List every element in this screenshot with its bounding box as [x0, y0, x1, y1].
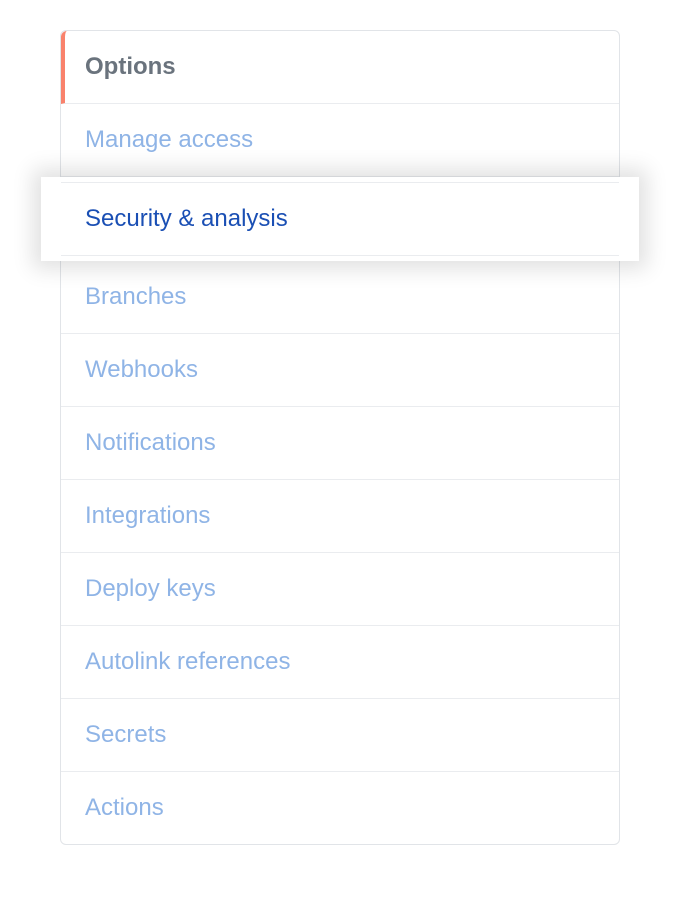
sidebar-item-actions[interactable]: Actions [61, 772, 619, 844]
sidebar-item-label: Notifications [85, 429, 216, 456]
sidebar-item-label: Branches [85, 283, 186, 310]
sidebar-item-label: Autolink references [85, 648, 290, 675]
sidebar-item-manage-access[interactable]: Manage access [61, 104, 619, 177]
sidebar-item-secrets[interactable]: Secrets [61, 699, 619, 772]
sidebar-item-security-analysis[interactable]: Security & analysis [61, 182, 619, 256]
sidebar-item-integrations[interactable]: Integrations [61, 480, 619, 553]
sidebar-item-autolink-references[interactable]: Autolink references [61, 626, 619, 699]
sidebar-item-notifications[interactable]: Notifications [61, 407, 619, 480]
sidebar-item-options[interactable]: Options [61, 31, 619, 104]
sidebar-item-label: Options [85, 53, 176, 80]
sidebar-item-label: Actions [85, 794, 164, 821]
sidebar-item-label: Secrets [85, 721, 166, 748]
sidebar-item-label: Deploy keys [85, 575, 216, 602]
sidebar-item-branches[interactable]: Branches [61, 261, 619, 334]
sidebar-item-webhooks[interactable]: Webhooks [61, 334, 619, 407]
sidebar-item-label: Manage access [85, 126, 253, 153]
settings-sidebar: Options Manage access Security & analysi… [60, 30, 620, 845]
sidebar-item-label: Integrations [85, 502, 210, 529]
sidebar-item-label: Security & analysis [85, 205, 288, 232]
sidebar-item-deploy-keys[interactable]: Deploy keys [61, 553, 619, 626]
sidebar-item-label: Webhooks [85, 356, 198, 383]
highlighted-container: Security & analysis [41, 177, 639, 261]
